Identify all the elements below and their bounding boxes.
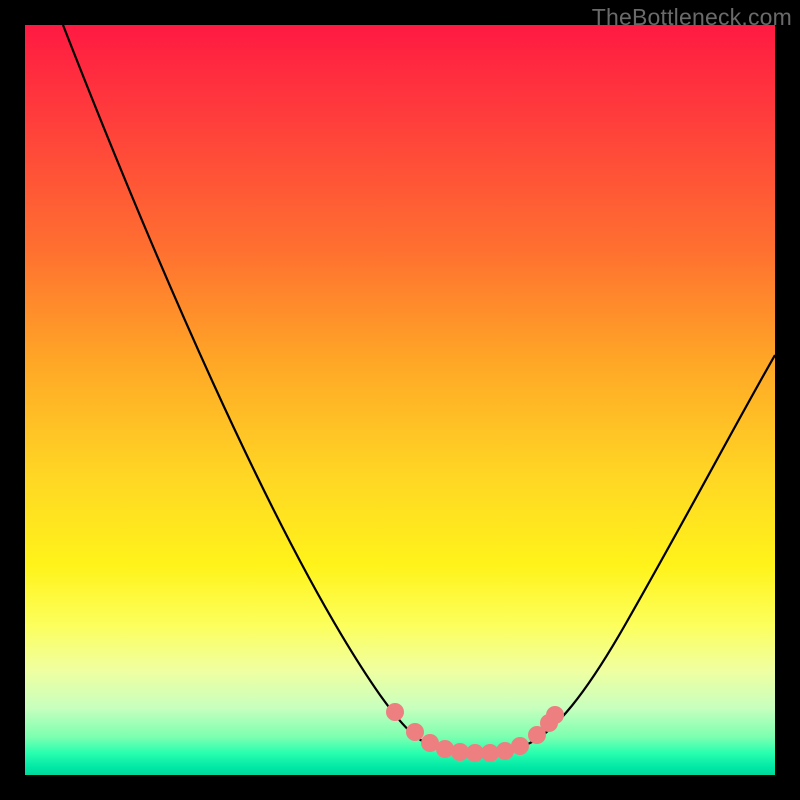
chart-svg [25, 25, 775, 775]
chart-frame: TheBottleneck.com [0, 0, 800, 800]
highlight-markers [386, 703, 564, 762]
chart-plot-area [25, 25, 775, 775]
watermark-text: TheBottleneck.com [592, 4, 792, 31]
bottleneck-curve-path [63, 25, 775, 752]
